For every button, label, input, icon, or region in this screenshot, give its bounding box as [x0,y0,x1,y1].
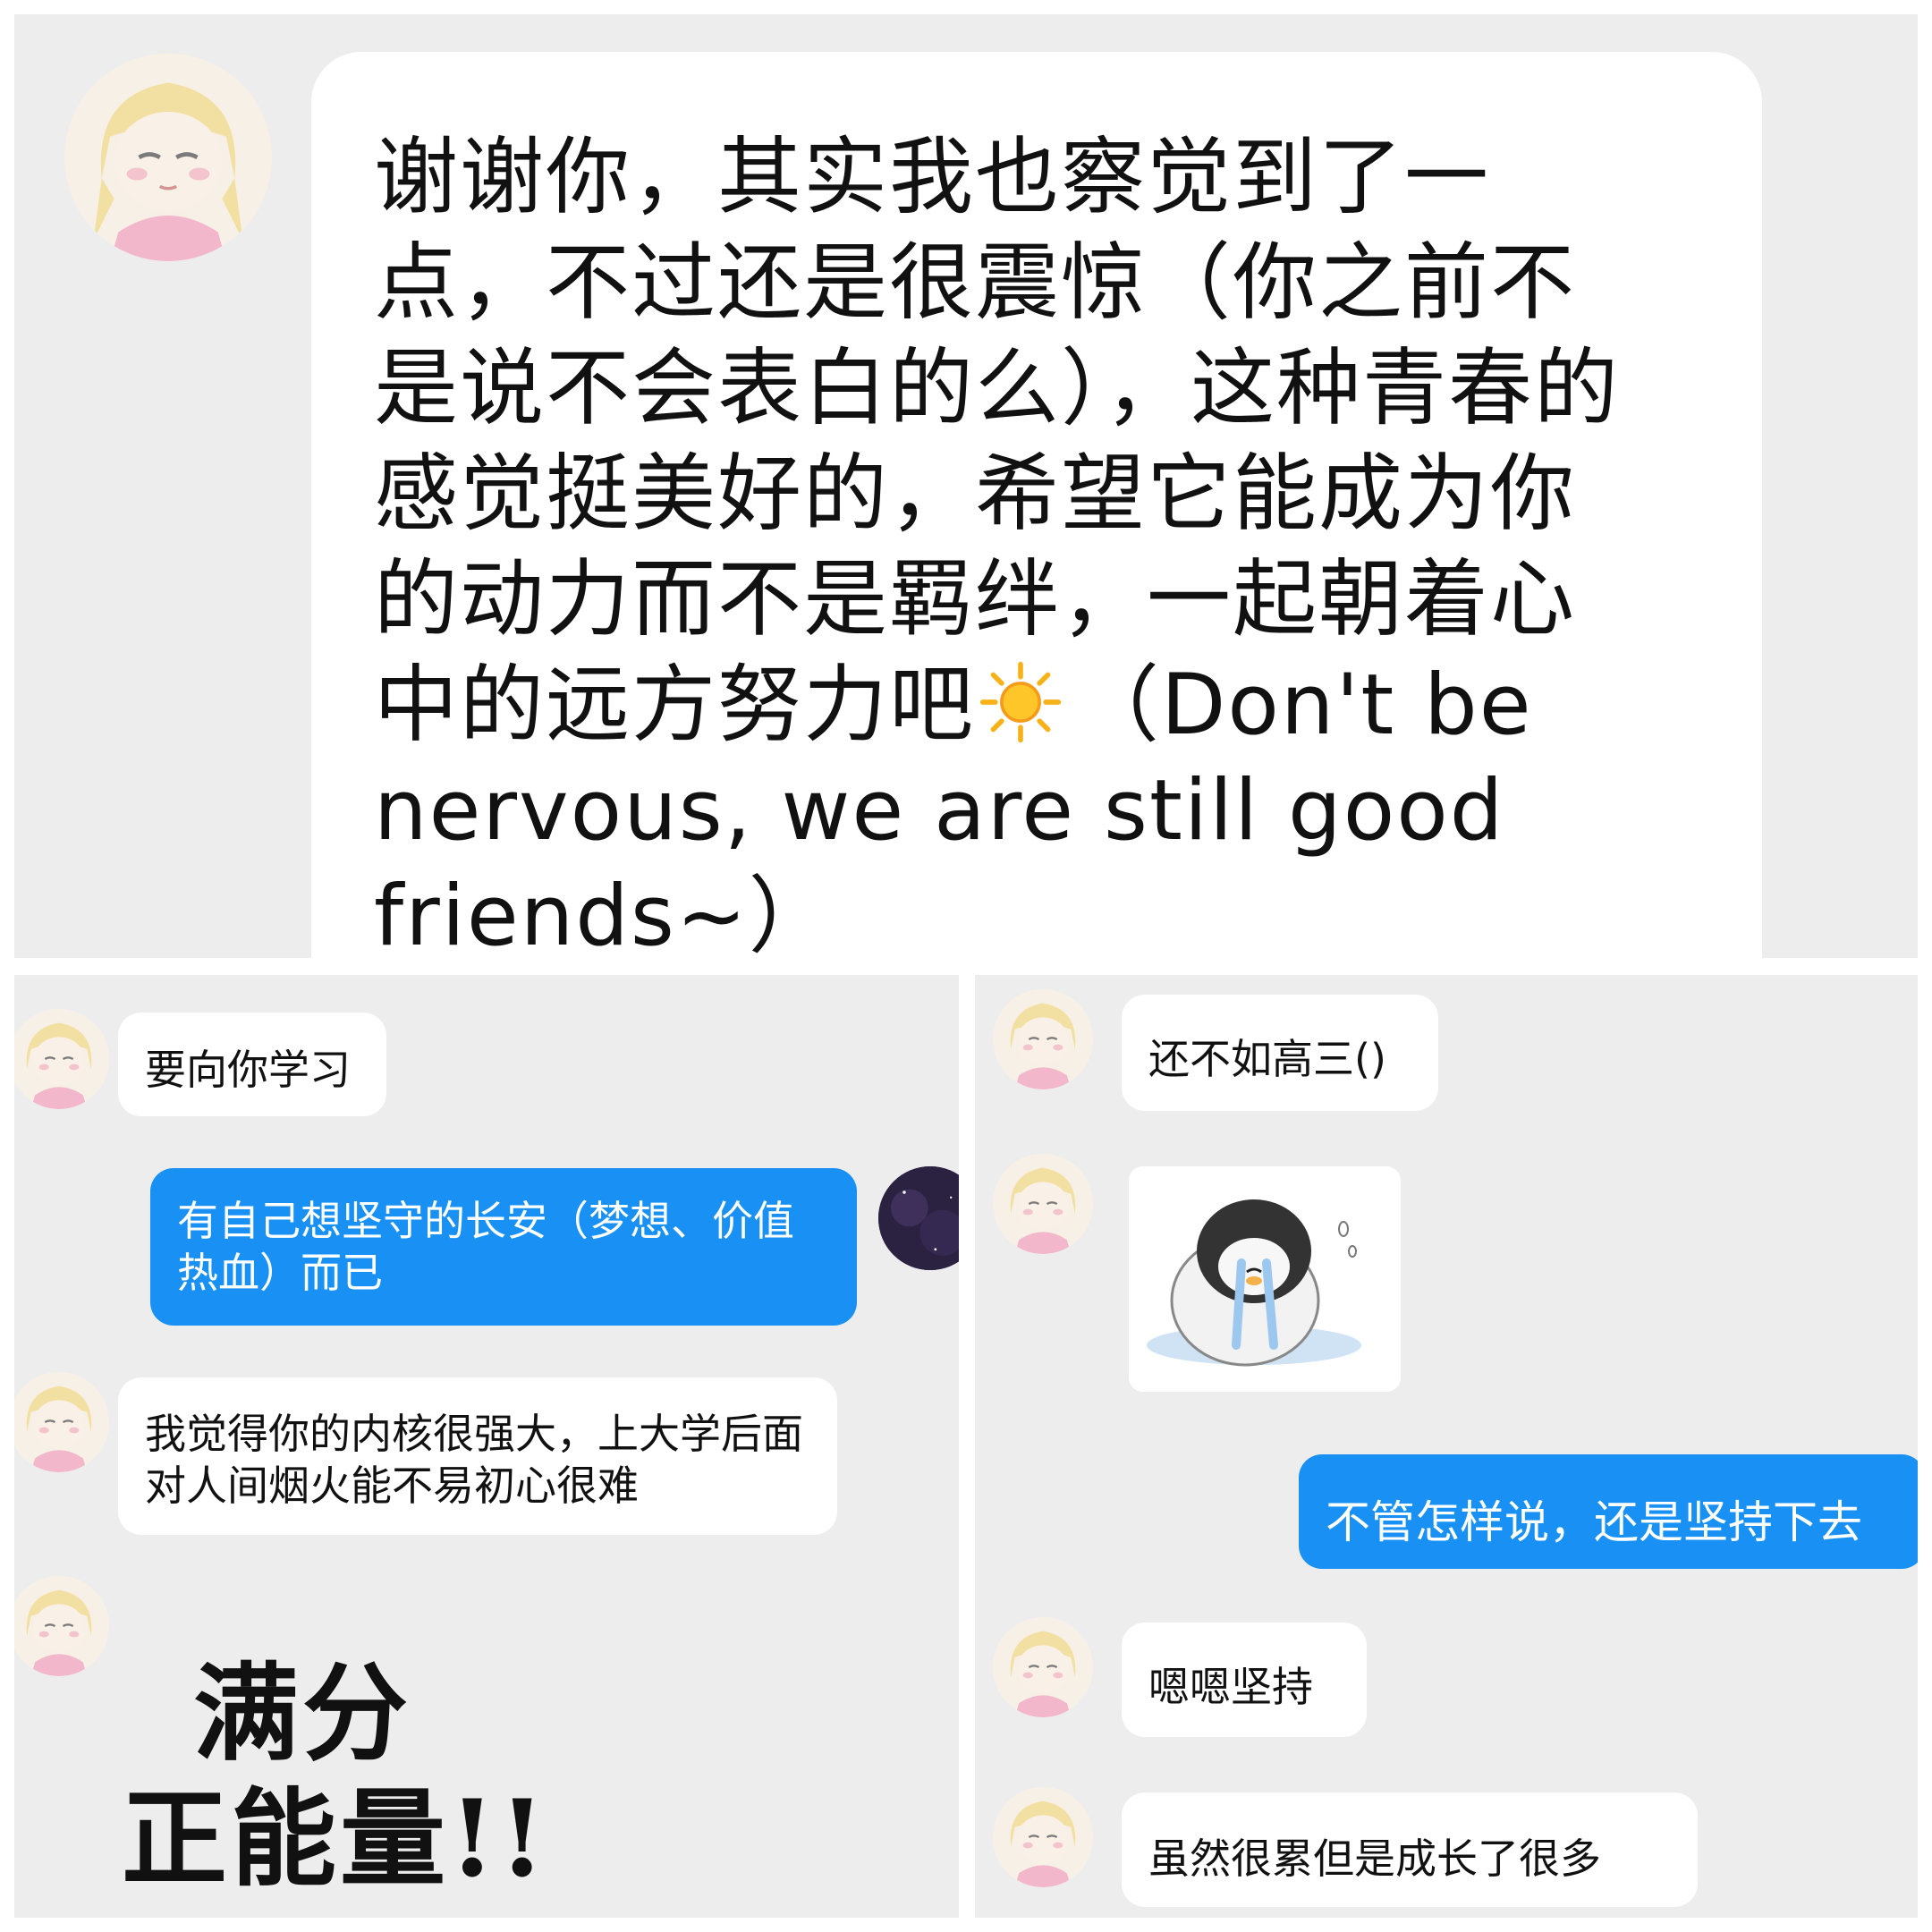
contact-avatar[interactable] [993,1154,1093,1254]
message-bubble-received[interactable]: 还不如高三() [1122,995,1438,1111]
contact-avatar[interactable] [14,1372,109,1472]
anime-girl-avatar-icon [993,1617,1093,1717]
message-text: 谢谢你，其实我也察觉到了一点，不过还是很震惊（你之前不是说不会表白的么），这种青… [374,129,1621,958]
chat-panel-right: 还不如高三() 不管怎样说，还是坚持下去 嗯嗯坚持 虽然很累但是成长了很多 [975,975,1918,1918]
message-text: 还不如高三() [1148,1035,1386,1083]
message-text: 嗯嗯坚持 [1148,1663,1313,1711]
contact-avatar[interactable] [14,1009,109,1109]
my-avatar[interactable] [878,1166,959,1270]
anime-girl-avatar-icon [993,1154,1093,1254]
message-bubble-received[interactable]: 嗯嗯坚持 [1122,1623,1367,1737]
contact-avatar[interactable] [14,1576,109,1676]
sticker-line: 正能量!! [122,1776,549,1901]
anime-girl-avatar-icon [14,1576,109,1676]
anime-girl-avatar-icon [993,989,1093,1089]
message-bubble-received[interactable]: 我觉得你的内核很强大，上大学后面对人间烟火能不易初心很难 [118,1377,837,1535]
message-bubble-received[interactable]: 要向你学习 [118,1013,386,1116]
message-bubble-received[interactable]: 谢谢你，其实我也察觉到了一点，不过还是很震惊（你之前不是说不会表白的么），这种青… [311,52,1762,958]
message-bubble-received[interactable]: 虽然很累但是成长了很多 [1122,1792,1698,1907]
contact-avatar[interactable] [993,1617,1093,1717]
sun-icon [979,660,1063,744]
contact-avatar[interactable] [993,989,1093,1089]
crying-penguin-sticker[interactable] [1129,1166,1401,1392]
anime-girl-avatar-icon [14,1009,109,1109]
message-text: 不管怎样说，还是坚持下去 [1326,1496,1862,1548]
anime-girl-avatar-icon [993,1787,1093,1887]
message-text: 要向你学习 [145,1046,351,1094]
chat-panel-top: 谢谢你，其实我也察觉到了一点，不过还是很震惊（你之前不是说不会表白的么），这种青… [14,14,1918,958]
crying-penguin-icon [1129,1166,1401,1392]
contact-avatar[interactable] [993,1787,1093,1887]
message-text: 虽然很累但是成长了很多 [1148,1835,1601,1883]
message-bubble-sent[interactable]: 有自己想坚守的长安（梦想、价值热血）而已 [150,1168,857,1326]
message-text: 我觉得你的内核很强大，上大学后面对人间烟火能不易初心很难 [145,1410,803,1510]
anime-girl-avatar-icon [64,54,272,261]
message-bubble-sent[interactable]: 不管怎样说，还是坚持下去 [1299,1454,1918,1569]
anime-girl-avatar-icon [14,1372,109,1472]
galaxy-avatar-icon [878,1166,959,1270]
contact-avatar[interactable] [64,54,272,261]
chat-panel-left: 要向你学习 有自己想坚守的长安（梦想、价值热血）而已 我觉得你的内核很强大，上大… [14,975,959,1918]
message-text: 有自己想坚守的长安（梦想、价值热血）而已 [177,1197,794,1297]
